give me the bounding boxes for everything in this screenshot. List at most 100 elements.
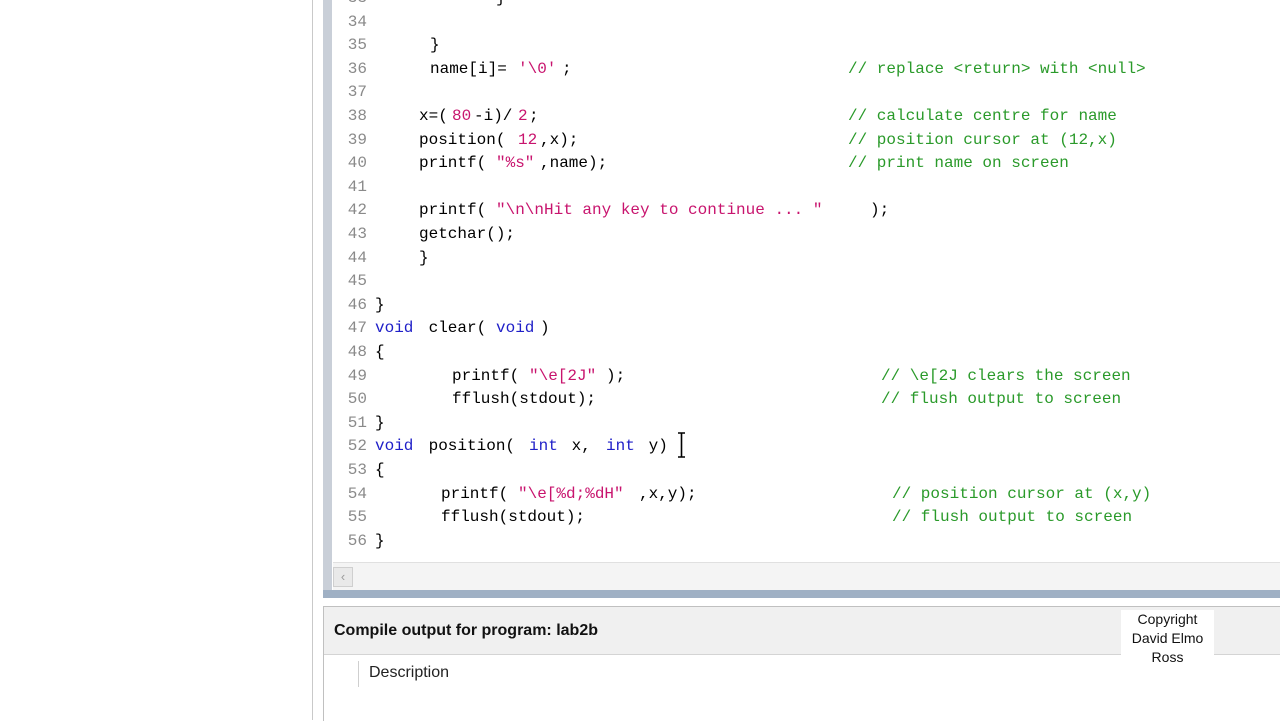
line-number: 35 [347, 36, 367, 55]
code-token: void [496, 319, 535, 338]
line-number: 53 [347, 461, 367, 479]
code-token: printf( [441, 484, 509, 503]
line-number: 47 [347, 319, 367, 338]
code-line[interactable]: 46} [333, 294, 1280, 317]
code-token: ); [870, 201, 890, 220]
code-token: int [606, 437, 635, 456]
code-token: void [375, 319, 414, 338]
code-token: '\0' [518, 59, 557, 78]
code-line[interactable]: 44} [333, 247, 1280, 270]
code-token: ,name); [540, 154, 608, 173]
line-number: 40 [347, 154, 367, 173]
text-cursor-icon [678, 432, 685, 458]
code-token: "%s" [496, 154, 535, 173]
code-line[interactable]: 47 void clear(void) [333, 317, 1280, 340]
code-token: { [375, 343, 385, 361]
code-token: // calculate centre for name [848, 107, 1117, 125]
code-line[interactable]: 40 printf("%s" ,name); // print name on scr… [333, 152, 1280, 175]
code-token: // position cursor at (12,x) [848, 130, 1117, 149]
line-number: 33 [333, 0, 367, 10]
compile-output-title: Compile output for program: lab2b [334, 622, 598, 639]
code-line[interactable]: 56} [333, 530, 1280, 553]
code-token: // position cursor at (x,y) [892, 484, 1152, 503]
line-number: 51 [347, 413, 367, 432]
column-divider[interactable] [358, 661, 359, 687]
horizontal-scrollbar[interactable]: ‹ [333, 562, 1280, 591]
code-token: x=( [419, 107, 448, 125]
code-line[interactable]: 43 getchar(); [333, 223, 1280, 246]
code-line[interactable]: 51} [333, 412, 1280, 435]
line-number: 37 [347, 83, 367, 102]
description-column-header[interactable]: Description [369, 664, 449, 682]
code-line[interactable]: 38 x=(80 -i)/ 2; // calculate centre for nam… [333, 105, 1280, 128]
code-token: "\n\nHit any key to continue ... " [496, 201, 823, 220]
code-token: } [430, 36, 440, 55]
code-line[interactable]: 48 { [333, 341, 1280, 364]
line-number: 55 [347, 508, 367, 527]
code-line[interactable]: 33} [333, 0, 1280, 10]
code-token: y) [639, 437, 668, 456]
code-line[interactable]: 37 [333, 81, 1280, 104]
line-number: 52 [347, 437, 367, 456]
line-number: 56 [347, 531, 367, 550]
code-token: -i)/ [474, 107, 513, 125]
code-token: void [375, 437, 414, 456]
code-token: ; [529, 107, 539, 125]
copyright-notice: Copyright David Elmo Ross [1121, 610, 1214, 668]
code-token: } [375, 531, 385, 550]
code-line[interactable]: 50 fflush(stdout); // flush output to scre… [333, 388, 1280, 411]
code-token: getchar(); [419, 225, 516, 243]
code-token: ) [540, 319, 550, 338]
code-token: int [529, 437, 558, 456]
code-line[interactable]: 42 printf("\n\nHit any key to continue ..… [333, 199, 1280, 222]
line-number: 34 [347, 12, 367, 31]
line-number: 45 [347, 272, 367, 291]
code-token: fflush(stdout); [441, 508, 586, 527]
code-token: } [375, 295, 385, 314]
code-token: ,x,y); [639, 484, 697, 503]
code-line[interactable]: 36 name[i]= '\0'; // replace <return> with … [333, 58, 1280, 81]
code-token: } [419, 248, 429, 267]
code-token: // \e[2J clears the screen [881, 366, 1131, 385]
code-token: } [375, 413, 385, 432]
editor-bottom-border [323, 590, 1280, 598]
code-token: 2 [518, 107, 528, 125]
line-number: 39 [347, 130, 367, 149]
scroll-left-arrow-icon[interactable]: ‹ [333, 567, 353, 587]
line-number: 49 [347, 366, 367, 385]
code-token: x, [562, 437, 601, 456]
line-number: 43 [347, 225, 367, 243]
code-line[interactable]: 41 [333, 176, 1280, 199]
code-token: 12 [518, 130, 538, 149]
code-line[interactable]: 53 { [333, 459, 1280, 482]
code-token: "\e[%d;%dH" [518, 484, 624, 503]
code-line[interactable]: 49 printf("\e[2J"); // \e[2J clears the sc… [333, 365, 1280, 388]
code-token: // flush output to screen [892, 508, 1133, 527]
code-line[interactable]: 55 fflush(stdout); // flush output to scre… [333, 506, 1280, 529]
code-token: { [375, 461, 385, 479]
code-token: // flush output to screen [881, 390, 1122, 409]
line-number: 44 [347, 248, 367, 267]
line-number: 46 [347, 295, 367, 314]
code-token: } [496, 0, 506, 10]
code-line[interactable]: 39 position(12 ,x); // position cursor at (… [333, 129, 1280, 152]
code-editor[interactable]: 33} 34 35} 36 name[i]= '\0'; // replace <retur… [333, 0, 1280, 562]
code-line[interactable]: 34 [333, 11, 1280, 34]
line-number: 36 [347, 59, 367, 78]
line-number: 42 [347, 201, 367, 220]
code-line[interactable]: 45 [333, 270, 1280, 293]
code-token: ); [606, 366, 626, 385]
code-token: ; [562, 59, 572, 78]
line-number: 41 [347, 177, 367, 196]
code-line[interactable]: 54 printf( "\e[%d;%dH" ,x,y); // position cu… [333, 483, 1280, 506]
editor-gutter-border [323, 0, 332, 590]
code-line[interactable]: 52 void position( int x, int y) [333, 435, 1280, 458]
code-token: position( [419, 437, 516, 456]
code-token: // replace <return> with <null> [848, 59, 1146, 78]
code-token: name[i]= [430, 59, 507, 78]
line-number: 54 [347, 484, 367, 503]
left-pane [0, 0, 313, 720]
line-number: 38 [347, 107, 367, 125]
code-line[interactable]: 35} [333, 34, 1280, 57]
code-token: "\e[2J" [529, 366, 597, 385]
